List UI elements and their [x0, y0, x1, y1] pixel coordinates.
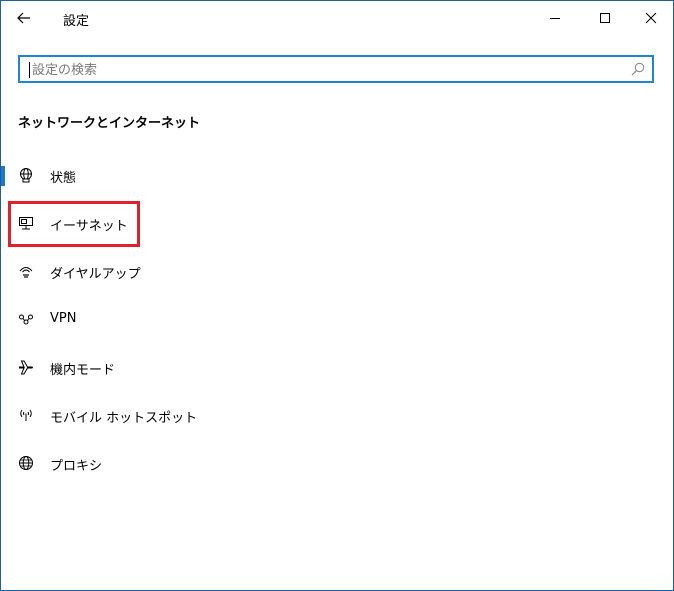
minimize-button[interactable]	[532, 1, 578, 35]
nav-item-status[interactable]: 状態	[1, 155, 301, 195]
nav-item-label: VPN	[50, 311, 77, 326]
active-indicator	[1, 166, 5, 186]
ethernet-icon	[19, 217, 33, 230]
nav-item-vpn[interactable]: VPN	[1, 299, 301, 339]
text-caret	[29, 62, 30, 78]
nav-item-proxy[interactable]: プロキシ	[1, 443, 301, 483]
settings-window: 設定 ネットワークとインターネット	[0, 0, 674, 591]
nav-item-label: 状態	[50, 171, 77, 186]
dialup-icon	[19, 267, 33, 278]
close-icon	[645, 12, 657, 24]
nav-item-mobile-hotspot[interactable]: モバイル ホットスポット	[1, 395, 301, 435]
nav-item-airplane-mode[interactable]: 機内モード	[1, 347, 301, 387]
nav-item-label: プロキシ	[50, 459, 103, 474]
nav-item-label: ダイヤルアップ	[50, 267, 141, 282]
globe-network-icon	[20, 168, 32, 183]
section-heading: ネットワークとインターネット	[18, 116, 201, 131]
globe-icon	[19, 456, 33, 470]
close-button[interactable]	[628, 1, 673, 35]
back-button[interactable]	[9, 5, 39, 31]
window-title: 設定	[63, 14, 90, 29]
minimize-icon	[550, 18, 560, 19]
hotspot-icon	[20, 409, 32, 421]
nav-item-ethernet[interactable]: イーサネット	[1, 203, 301, 243]
search-icon[interactable]	[630, 61, 646, 77]
maximize-icon	[600, 13, 610, 23]
arrow-left-icon	[17, 12, 30, 24]
nav-item-label: モバイル ホットスポット	[50, 411, 198, 426]
title-bar: 設定	[1, 1, 673, 35]
search-input[interactable]	[32, 60, 612, 80]
maximize-button[interactable]	[582, 1, 628, 35]
nav-item-label: イーサネット	[50, 219, 128, 234]
search-box[interactable]	[18, 55, 654, 83]
vpn-icon	[19, 314, 33, 325]
airplane-icon	[19, 360, 33, 375]
nav-item-label: 機内モード	[50, 363, 116, 378]
nav-item-dialup[interactable]: ダイヤルアップ	[1, 251, 301, 291]
